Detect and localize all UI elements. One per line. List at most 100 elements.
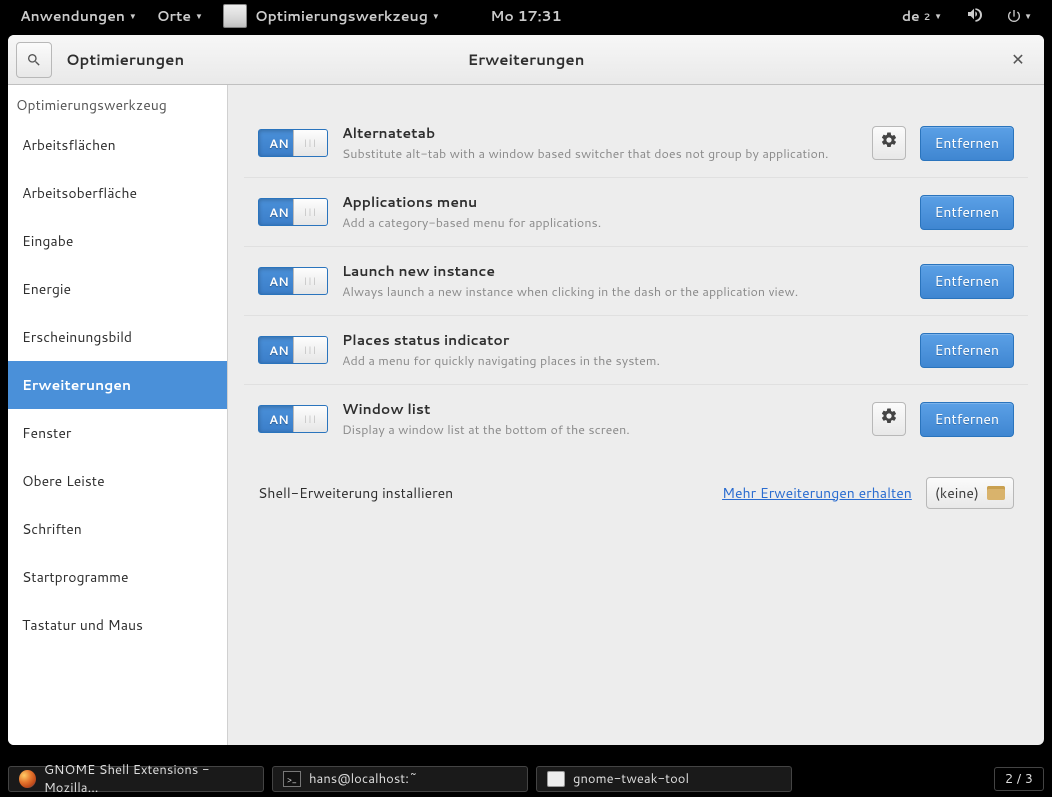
app-title: Optimierungen [66,49,184,70]
remove-button[interactable]: Entfernen [920,195,1014,230]
power-icon[interactable]: ▼ [996,4,1042,28]
toggle-on-label: AN [259,204,289,221]
search-icon [26,52,42,68]
search-button[interactable] [16,42,52,78]
sidebar: Optimierungswerkzeug ArbeitsflächenArbei… [8,85,228,745]
tweaks-window: Optimierungen Erweiterungen ✕ Optimierun… [8,35,1044,745]
toggle-knob: ||| [293,130,327,156]
main-pane: AN|||AlternatetabSubstitute alt-tab with… [228,85,1044,745]
more-extensions-link[interactable]: Mehr Erweiterungen erhalten [722,483,912,503]
toggle-knob: ||| [293,406,327,432]
top-panel: Anwendungen ▼ Orte ▼ Optimierungswerkzeu… [0,0,1052,32]
gear-icon [880,407,898,431]
toggle-switch[interactable]: AN||| [258,129,328,157]
extension-row: AN||| Applications menu Add a category-bas… [244,177,1028,246]
extension-description: Always launch a new instance when clicki… [342,283,906,301]
sidebar-item-energie[interactable]: Energie [8,265,227,313]
workspace-indicator[interactable]: 2 / 3 [994,767,1044,791]
workspace-label: 2 / 3 [1005,770,1033,788]
toggle-on-label: AN [259,135,289,152]
applications-menu[interactable]: Anwendungen ▼ [10,2,147,30]
extension-text: Alternatetab Substitute alt-tab with a wi… [342,123,858,163]
app-menu-icon [223,4,247,28]
close-icon: ✕ [1011,48,1024,71]
bottom-taskbar: GNOME Shell Extensions - Mozilla... >_ h… [0,762,1052,796]
install-none-label: (keine) [935,483,979,503]
extension-row: AN||| Launch new instance Always launch a … [244,246,1028,315]
folder-icon [987,486,1005,500]
window-content: Optimierungswerkzeug ArbeitsflächenArbei… [8,85,1044,745]
toggle-switch[interactable]: AN||| [258,336,328,364]
extension-description: Add a category-based menu for applicatio… [342,214,906,232]
extension-name: Places status indicator [342,330,906,350]
chevron-down-icon: ▼ [934,10,942,22]
remove-button[interactable]: Entfernen [920,333,1014,368]
toggle-knob: ||| [293,268,327,294]
clock[interactable]: Mo 17:31 [480,2,571,30]
install-row: Shell-Erweiterung installieren Mehr Erwe… [244,463,1028,523]
task-firefox[interactable]: GNOME Shell Extensions - Mozilla... [8,766,264,792]
extension-settings-button[interactable] [872,126,906,160]
app-menu-label: Optimierungswerkzeug [255,6,428,26]
extension-name: Window list [342,399,858,419]
extension-row: AN||| Window listDisplay a window list at… [244,384,1028,453]
install-file-chooser[interactable]: (keine) [926,477,1014,509]
sidebar-item-startprogramme[interactable]: Startprogramme [8,553,227,601]
toggle-switch[interactable]: AN||| [258,267,328,295]
toggle-on-label: AN [259,342,289,359]
chevron-down-icon: ▼ [195,10,203,22]
terminal-icon: >_ [283,771,301,787]
places-label: Orte [157,6,191,26]
sidebar-item-arbeitsflächen[interactable]: Arbeitsflächen [8,121,227,169]
remove-button[interactable]: Entfernen [920,126,1014,161]
sidebar-item-fenster[interactable]: Fenster [8,409,227,457]
chevron-down-icon: ▼ [432,10,440,22]
extension-name: Applications menu [342,192,906,212]
sidebar-header: Optimierungswerkzeug [8,85,227,121]
volume-icon[interactable] [966,6,982,27]
toggle-on-label: AN [259,273,289,290]
extension-description: Substitute alt-tab with a window based s… [342,145,858,163]
sidebar-item-eingabe[interactable]: Eingabe [8,217,227,265]
sidebar-item-erscheinungsbild[interactable]: Erscheinungsbild [8,313,227,361]
chevron-down-icon: ▼ [129,10,137,22]
extension-name: Alternatetab [342,123,858,143]
page-title: Erweiterungen [468,49,585,70]
extension-description: Add a menu for quickly navigating places… [342,352,906,370]
task-tweak-label: gnome-tweak-tool [573,770,689,788]
tweak-tool-icon [547,771,565,787]
toggle-knob: ||| [293,199,327,225]
extension-text: Applications menu Add a category-based me… [342,192,906,232]
keyboard-indicator[interactable]: de2 ▼ [892,2,952,30]
extension-row: AN||| Alternatetab Substitute alt-tab with… [244,109,1028,177]
places-menu[interactable]: Orte ▼ [147,2,213,30]
applications-label: Anwendungen [20,6,125,26]
extension-text: Window listDisplay a window list at the … [342,399,858,439]
keyboard-variant: 2 [924,10,930,23]
sidebar-item-schriften[interactable]: Schriften [8,505,227,553]
toggle-switch[interactable]: AN||| [258,198,328,226]
app-menu[interactable]: Optimierungswerkzeug ▼ [213,0,450,32]
sidebar-item-obere-leiste[interactable]: Obere Leiste [8,457,227,505]
firefox-icon [19,770,36,788]
sidebar-item-erweiterungen[interactable]: Erweiterungen [8,361,227,409]
chevron-down-icon: ▼ [1024,10,1032,22]
sidebar-item-tastatur-und-maus[interactable]: Tastatur und Maus [8,601,227,649]
extension-text: Places status indicator Add a menu for qu… [342,330,906,370]
sidebar-item-arbeitsoberfläche[interactable]: Arbeitsoberfläche [8,169,227,217]
task-terminal[interactable]: >_ hans@localhost:~ [272,766,528,792]
remove-button[interactable]: Entfernen [920,402,1014,437]
extension-row: AN||| Places status indicator Add a menu f… [244,315,1028,384]
install-shell-label: Shell-Erweiterung installieren [258,483,453,503]
task-firefox-label: GNOME Shell Extensions - Mozilla... [44,761,253,797]
toggle-knob: ||| [293,337,327,363]
gear-icon [880,131,898,155]
extension-settings-button[interactable] [872,402,906,436]
extension-name: Launch new instance [342,261,906,281]
toggle-on-label: AN [259,411,289,428]
task-tweak[interactable]: gnome-tweak-tool [536,766,792,792]
close-button[interactable]: ✕ [1004,46,1032,74]
titlebar: Optimierungen Erweiterungen ✕ [8,35,1044,85]
toggle-switch[interactable]: AN||| [258,405,328,433]
remove-button[interactable]: Entfernen [920,264,1014,299]
